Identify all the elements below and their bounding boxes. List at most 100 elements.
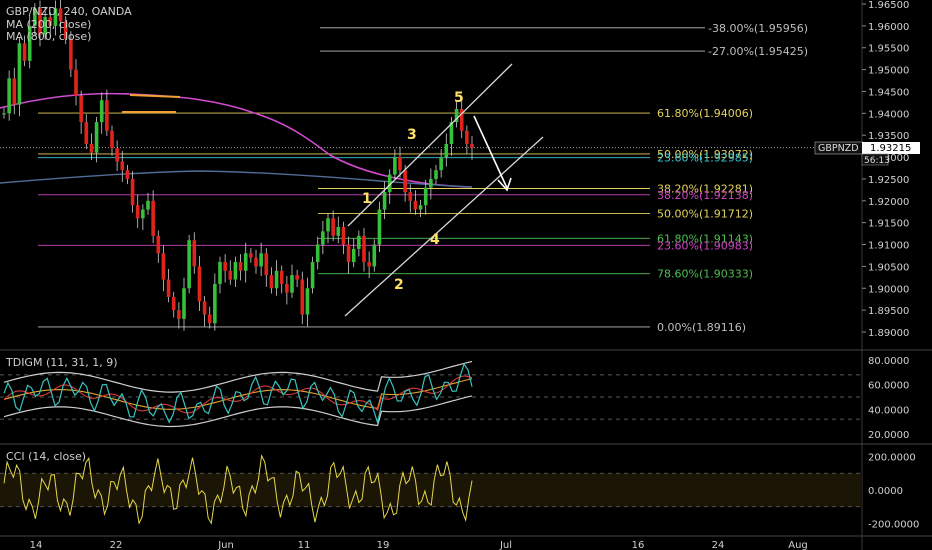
price-axis-label: 1.90500 <box>868 262 909 273</box>
price-axis-label: 1.92000 <box>868 197 909 208</box>
candle-body <box>310 262 315 289</box>
chart-window[interactable]: -38.00%(1.95956) -27.00%(1.95425) 61.80%(1… <box>0 0 932 550</box>
candle-body <box>413 200 418 210</box>
fib-level-label: -27.00%(1.95425) <box>708 45 808 58</box>
time-axis-label: 14 <box>30 540 43 550</box>
price-axis-label: 1.89000 <box>868 328 909 339</box>
wave-label-1: 1 <box>362 191 372 207</box>
time-axis-label: 11 <box>298 540 311 550</box>
price-axis-label: 1.92500 <box>868 175 909 186</box>
candle-body <box>398 157 402 171</box>
candle-body <box>233 262 238 280</box>
cci-axis-label: 200.0000 <box>868 452 916 463</box>
cci-axis: 200.0000 0.0000 -200.0000 <box>868 452 919 530</box>
candle-body <box>367 262 371 267</box>
candle-body <box>130 178 135 206</box>
price-axis-label: 1.93500 <box>868 131 909 142</box>
price-axis-label: 1.95000 <box>868 66 909 77</box>
candle-body <box>331 218 335 236</box>
price-axis-label: 1.91500 <box>868 219 909 230</box>
tdi-axis-label: 40.0000 <box>868 405 909 416</box>
candle-body <box>89 143 94 153</box>
candle-body <box>434 170 438 179</box>
candle-body <box>269 275 274 289</box>
candle-body <box>408 192 413 201</box>
candle-body <box>351 248 356 263</box>
candle-body <box>171 297 176 311</box>
candle-body <box>125 170 130 179</box>
candle-body <box>156 235 161 254</box>
tdi-axis-label: 60.0000 <box>868 381 909 392</box>
candle-body <box>290 275 294 293</box>
candle-body <box>382 192 387 210</box>
candle-body <box>336 227 341 236</box>
candle-body <box>465 130 469 144</box>
wave-label-5: 5 <box>454 90 464 106</box>
price-axis-label: 1.94000 <box>868 109 909 120</box>
candle-body <box>94 122 99 153</box>
cci-axis-label: 0.0000 <box>868 486 903 497</box>
time-axis-label: 22 <box>110 540 123 550</box>
candle-body <box>274 270 279 289</box>
time-axis-label: Jul <box>499 540 512 550</box>
price-tag-timer: 56:13 <box>864 156 890 166</box>
fib-level-label: -38.00%(1.95956) <box>708 22 808 35</box>
candle-body <box>254 257 258 267</box>
candle-body <box>470 143 474 148</box>
chart-canvas[interactable]: -38.00%(1.95956) -27.00%(1.95425) 61.80%(1… <box>0 0 932 550</box>
candle-body <box>7 78 11 114</box>
price-axis-label: 1.89500 <box>868 306 909 317</box>
candle-body <box>115 148 119 162</box>
fib-level-label: 23.60%(1.92985) <box>657 152 753 165</box>
candle-body <box>135 205 140 219</box>
candle-body <box>161 253 166 280</box>
candle-body <box>84 122 89 144</box>
price-axis-label: 1.96500 <box>868 0 909 11</box>
candle-body <box>321 231 325 245</box>
candle-body <box>187 240 191 289</box>
candle-body <box>305 288 310 315</box>
cci-axis-label: -200.0000 <box>868 520 919 531</box>
price-tag-symbol: GBPNZD <box>818 143 859 154</box>
candle-body <box>295 275 299 280</box>
candle-body <box>429 178 433 188</box>
tdi-axis-label: 80.0000 <box>868 356 909 367</box>
tdi-legend: TDIGM (11, 31, 1, 9) <box>5 356 118 369</box>
ma-800-legend: MA (800, close) <box>6 30 91 43</box>
candle-body <box>341 227 346 245</box>
candle-body <box>444 143 449 158</box>
price-axis-label: 1.96000 <box>868 22 909 33</box>
candle-body <box>79 95 83 123</box>
candle-body <box>105 100 109 131</box>
fib-level-label: 0.00%(1.89116) <box>657 321 746 334</box>
candle-body <box>238 262 243 271</box>
candle-body <box>69 38 73 70</box>
wave-label-4: 4 <box>430 232 440 248</box>
fib-level-label: 23.60%(1.90983) <box>657 239 753 252</box>
cci-legend: CCI (14, close) <box>6 450 86 463</box>
fib-level-label: 50.00%(1.91712) <box>657 207 753 220</box>
candle-body <box>146 200 150 210</box>
wave-label-3: 3 <box>407 127 417 143</box>
candle-body <box>264 253 269 276</box>
fib-level-label: 38.20%(1.92138) <box>657 189 753 202</box>
wave-label-2: 2 <box>394 277 404 293</box>
price-axis-label: 1.95500 <box>868 44 909 55</box>
candle-body <box>12 78 17 105</box>
price-axis[interactable]: 1.96500 1.96000 1.95500 1.95000 1.94500 1.940… <box>862 0 909 339</box>
symbol-title: GBP/NZD, 240, OANDA <box>6 5 132 18</box>
candle-body <box>141 209 145 219</box>
candle-body <box>439 157 443 171</box>
candle-body <box>249 253 253 258</box>
candle-body <box>166 279 171 298</box>
candle-body <box>17 43 22 105</box>
price-axis-label: 1.91000 <box>868 241 909 252</box>
price-tag-value: 1.93215 <box>870 143 911 154</box>
time-axis-label: Aug <box>788 540 808 550</box>
candle-body <box>377 209 382 245</box>
candle-body <box>207 314 212 324</box>
candle-body <box>326 218 330 232</box>
candle-body <box>22 43 27 61</box>
cci-band <box>0 473 862 507</box>
candle-body <box>213 283 217 324</box>
